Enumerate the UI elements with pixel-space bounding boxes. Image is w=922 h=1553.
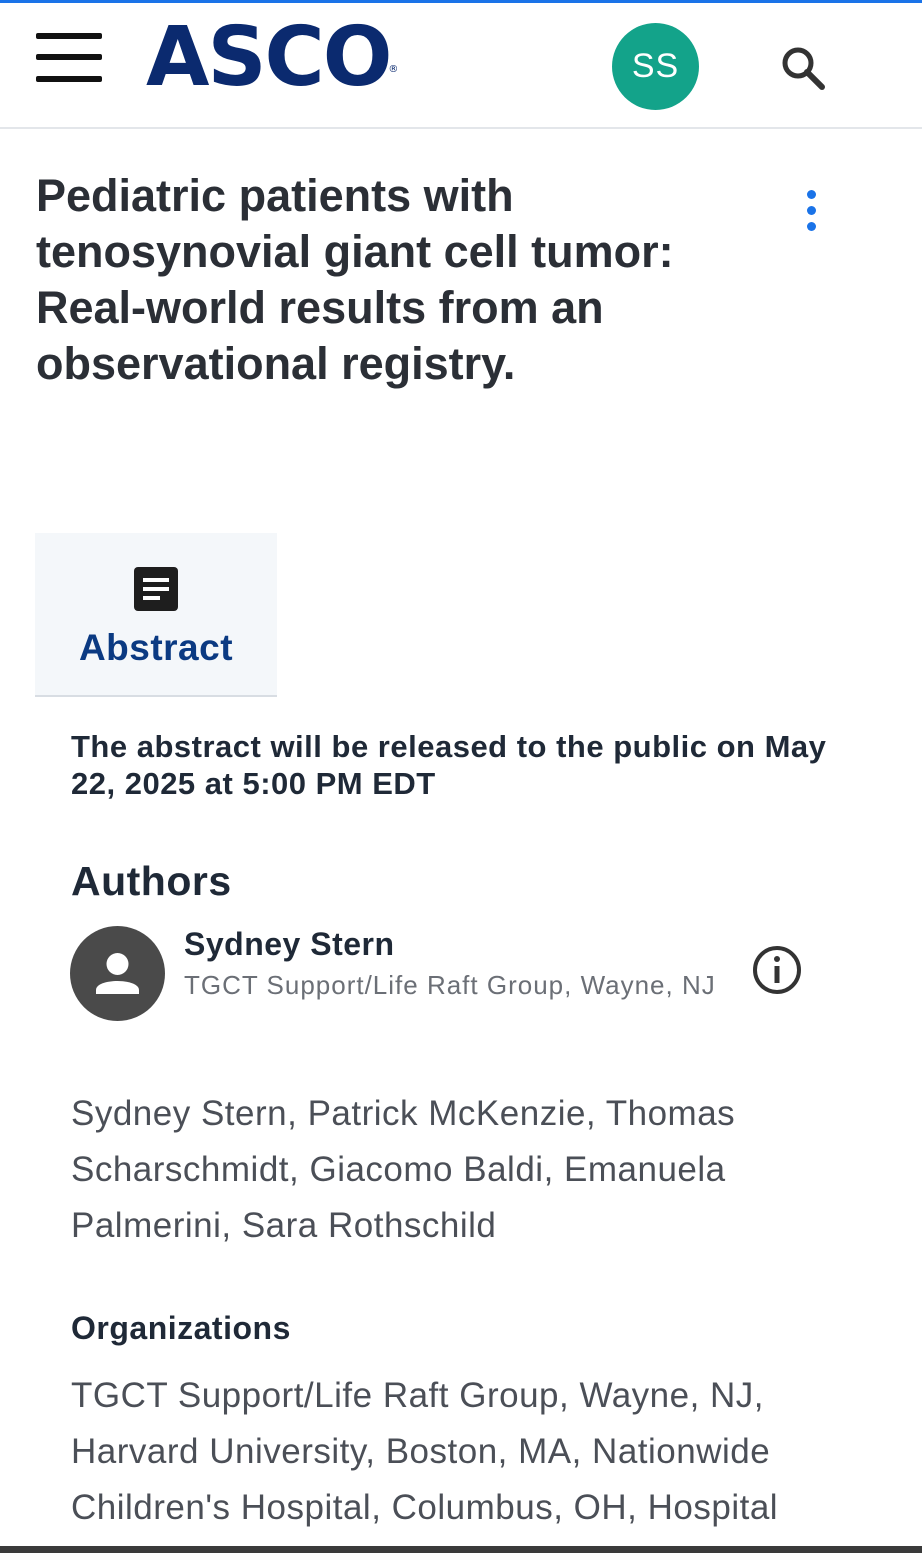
presenter-affiliation: TGCT Support/Life Raft Group, Wayne, NJ xyxy=(184,970,716,1000)
authors-heading: Authors xyxy=(71,858,232,904)
user-avatar[interactable]: SS xyxy=(612,23,699,110)
organizations-list: TGCT Support/Life Raft Group, Wayne, NJ,… xyxy=(71,1376,779,1527)
app-header: ASCO ® SS xyxy=(0,3,922,129)
person-icon xyxy=(96,953,139,994)
presenter-name[interactable]: Sydney Stern xyxy=(184,926,395,963)
hamburger-menu-icon[interactable] xyxy=(36,33,102,85)
organizations-heading: Organizations xyxy=(71,1310,291,1346)
author-list: Sydney Stern, Patrick McKenzie, Thomas S… xyxy=(71,1094,736,1245)
page-title: Pediatric patients with tenosynovial gia… xyxy=(36,170,674,389)
presenter-avatar xyxy=(70,926,165,1021)
release-notice: The abstract will be released to the pub… xyxy=(71,729,827,801)
tab-abstract-label: Abstract xyxy=(78,627,234,668)
asco-logo[interactable]: ASCO ® xyxy=(146,10,398,105)
info-icon[interactable] xyxy=(751,944,803,996)
registered-mark: ® xyxy=(388,64,398,75)
tab-abstract[interactable]: Abstract xyxy=(35,533,277,697)
logo-text: ASCO xyxy=(146,10,392,105)
document-icon xyxy=(134,567,178,611)
bottom-edge-bar xyxy=(0,1546,922,1553)
more-vertical-icon[interactable] xyxy=(796,186,828,236)
search-icon[interactable] xyxy=(778,43,828,93)
